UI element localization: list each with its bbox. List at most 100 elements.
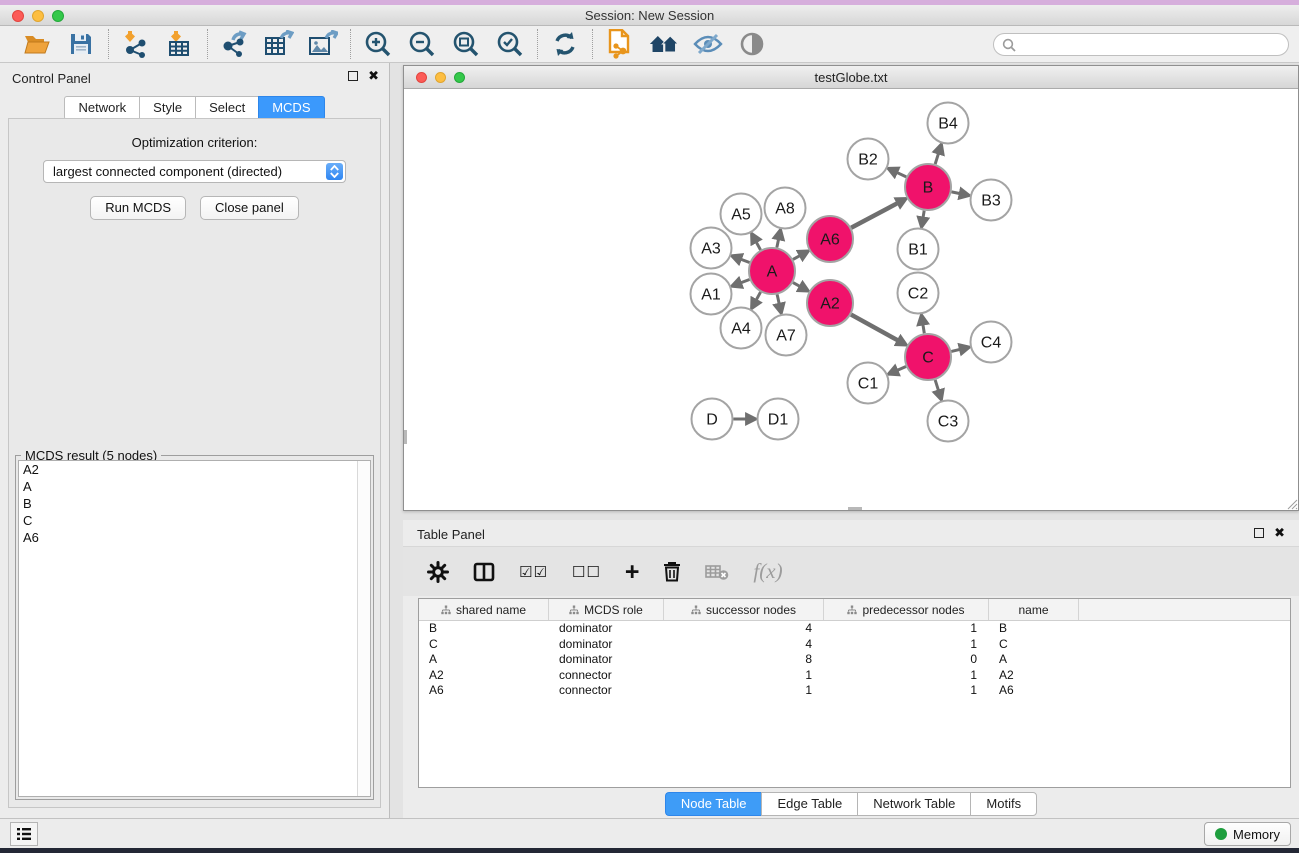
new-network-from-selection-icon[interactable] [605,29,635,59]
mcds-result-item[interactable]: B [19,495,370,512]
select-all-columns-icon[interactable]: ☑☑ [519,563,548,581]
edge-A-A8[interactable] [777,239,779,248]
node-B1[interactable]: B1 [898,229,939,270]
tab-motifs[interactable]: Motifs [970,792,1037,816]
add-column-icon[interactable]: + [625,562,640,582]
node-A6[interactable]: A6 [807,216,853,262]
delete-column-icon[interactable] [663,561,681,582]
close-icon[interactable]: ✖ [368,71,379,81]
node-D1[interactable]: D1 [758,399,799,440]
open-session-icon[interactable] [22,29,52,59]
column-header-shared-name[interactable]: shared name [419,599,549,620]
export-table-icon[interactable] [264,29,294,59]
node-A[interactable]: A [749,248,795,294]
tab-mcds[interactable]: MCDS [258,96,324,120]
zoom-in-icon[interactable] [363,29,393,59]
node-C4[interactable]: C4 [971,322,1012,363]
edge-C-C2[interactable] [923,324,924,333]
edge-A-A3[interactable] [740,259,749,262]
tab-network[interactable]: Network [64,96,139,120]
column-header-name[interactable]: name [989,599,1079,620]
node-A1[interactable]: A1 [691,274,732,315]
node-A8[interactable]: A8 [765,188,806,229]
mcds-result-item[interactable]: A6 [19,529,370,546]
table-settings-icon[interactable] [427,561,449,583]
tab-select[interactable]: Select [195,96,258,120]
show-details-icon[interactable] [737,29,767,59]
split-view-icon[interactable] [473,562,495,582]
save-session-icon[interactable] [66,29,96,59]
criterion-select[interactable]: largest connected component (directed) [43,160,346,183]
node-A4[interactable]: A4 [721,308,762,349]
vertical-scroll-thumb[interactable] [404,430,407,444]
node-C3[interactable]: C3 [928,401,969,442]
resize-grip-icon[interactable] [1286,498,1298,510]
zoom-selected-icon[interactable] [495,29,525,59]
run-mcds-button[interactable]: Run MCDS [90,196,186,220]
edge-B-B2[interactable] [897,172,907,177]
import-table-icon[interactable] [165,29,195,59]
unselect-all-columns-icon[interactable]: ☐☐ [572,563,601,581]
node-D[interactable]: D [692,399,733,440]
edge-B-B1[interactable] [923,211,924,218]
network-canvas[interactable]: B4 B2 B B3 A8A5 A6 A3 B1 A C2 A1 A2 A4A7 C4 C C1 D D1 C3 [404,89,1298,510]
function-builder-icon[interactable]: f(x) [753,559,782,584]
mcds-result-list[interactable]: A2ABCA6 [18,460,371,797]
tab-network-table[interactable]: Network Table [857,792,970,816]
tab-node-table[interactable]: Node Table [665,792,762,816]
edge-B-B3[interactable] [952,192,961,194]
table-row[interactable]: A2connector11A2 [419,668,1290,684]
node-B3[interactable]: B3 [971,180,1012,221]
refresh-layout-icon[interactable] [550,29,580,59]
mcds-result-item[interactable]: A2 [19,461,370,478]
mcds-result-item[interactable]: A [19,478,370,495]
table-row[interactable]: Cdominator41C [419,637,1290,653]
table-row[interactable]: Bdominator41B [419,621,1290,637]
node-A2[interactable]: A2 [807,280,853,326]
edge-C-C1[interactable] [897,367,906,371]
float-icon[interactable] [348,71,358,81]
node-A3[interactable]: A3 [691,228,732,269]
search-input[interactable] [993,33,1289,56]
table-row[interactable]: A6connector11A6 [419,683,1290,699]
mcds-result-item[interactable]: C [19,512,370,529]
hide-details-icon[interactable] [693,29,723,59]
node-B2[interactable]: B2 [848,139,889,180]
network-window-titlebar[interactable]: testGlobe.txt [404,66,1298,89]
node-C2[interactable]: C2 [898,273,939,314]
edge-C-C4[interactable] [951,349,960,351]
edge-A-A6[interactable] [793,255,800,259]
node-B[interactable]: B [905,164,951,210]
edge-A-A2[interactable] [793,283,800,287]
edge-A-A4[interactable] [756,292,760,300]
column-header-MCDS-role[interactable]: MCDS role [549,599,664,620]
scrollbar[interactable] [357,461,370,796]
tab-edge-table[interactable]: Edge Table [761,792,857,816]
node-A5[interactable]: A5 [721,194,762,235]
network-graph[interactable]: B4 B2 B B3 A8A5 A6 A3 B1 A C2 A1 A2 A4A7 C4 C C1 D D1 C3 [404,89,1298,510]
edge-C-C3[interactable] [935,380,938,391]
node-C1[interactable]: C1 [848,363,889,404]
edge-A-A7[interactable] [777,294,779,304]
close-icon[interactable]: ✖ [1274,528,1285,538]
zoom-fit-icon[interactable] [451,29,481,59]
export-network-icon[interactable] [220,29,250,59]
edge-B-B4[interactable] [935,153,938,164]
node-C[interactable]: C [905,334,951,380]
horizontal-scroll-thumb[interactable] [848,507,862,510]
column-header-successor-nodes[interactable]: successor nodes [664,599,824,620]
import-network-icon[interactable] [121,29,151,59]
close-panel-button[interactable]: Close panel [200,196,299,220]
edge-A-A1[interactable] [740,279,749,282]
task-history-button[interactable] [10,822,38,846]
column-header-predecessor-nodes[interactable]: predecessor nodes [824,599,989,620]
float-icon[interactable] [1254,528,1264,538]
memory-button[interactable]: Memory [1204,822,1291,846]
edge-A-A5[interactable] [756,242,760,250]
home-icon[interactable] [649,29,679,59]
edge-A2-C[interactable] [851,315,898,341]
table-row[interactable]: Adominator80A [419,652,1290,668]
zoom-out-icon[interactable] [407,29,437,59]
node-A7[interactable]: A7 [766,315,807,356]
node-B4[interactable]: B4 [928,103,969,144]
